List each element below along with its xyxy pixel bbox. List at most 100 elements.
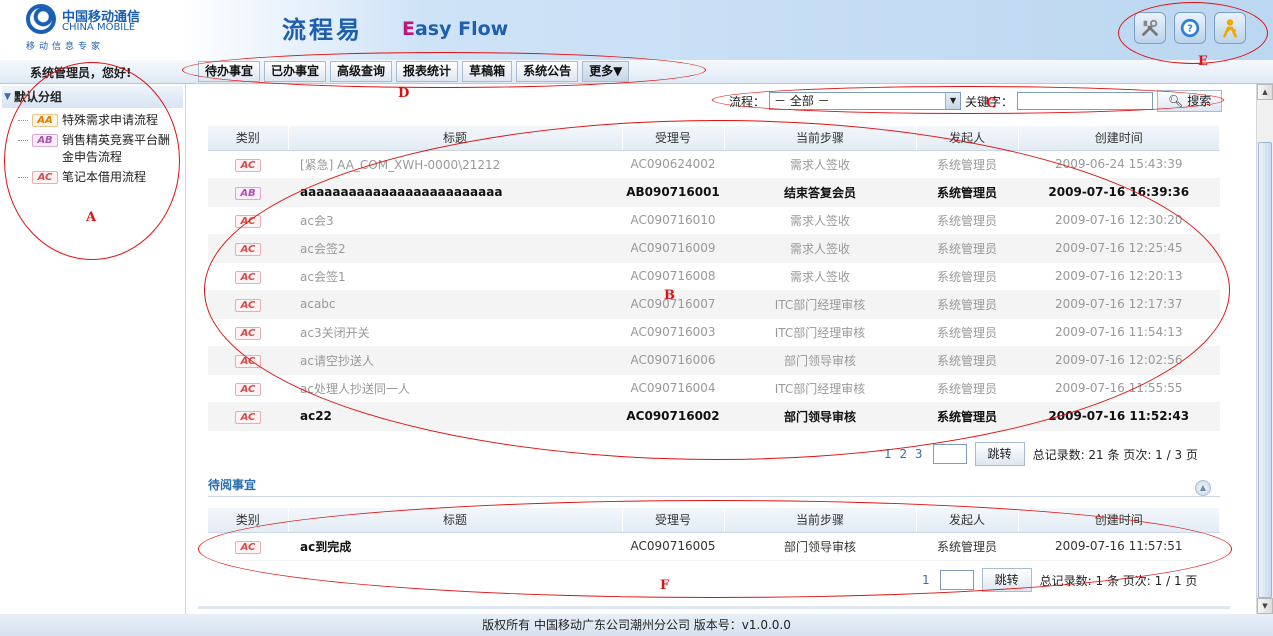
flow-badge-ac: AC <box>235 540 261 554</box>
flow-badge-ac: AC <box>235 410 261 424</box>
sidebar-item-sales-competition[interactable]: AB 销售精英竞赛平台酬金申告流程 <box>18 132 185 166</box>
flow-badge-ac: AC <box>235 382 261 396</box>
title-cell[interactable]: ac会签2 <box>288 234 622 263</box>
tab-announcements[interactable]: 系统公告 <box>516 61 579 82</box>
annotation-label-a: A <box>86 210 97 225</box>
user-icon[interactable] <box>1214 12 1246 44</box>
keyword-input[interactable] <box>1017 92 1154 110</box>
col-title: 标题 <box>288 126 623 151</box>
navbar: 系统管理员，您好! 待办事宜 已办事宜 高级查询 报表统计 草稿箱 系统公告 更… <box>0 60 1273 84</box>
step-cell: ITC部门经理审核 <box>724 318 916 347</box>
title-cell[interactable]: ac会签1 <box>288 262 622 291</box>
initiator-cell: 系统管理员 <box>916 234 1018 263</box>
title-cell[interactable]: ac请空抄送人 <box>288 346 622 375</box>
tab-done[interactable]: 已办事宜 <box>264 61 327 82</box>
title-cell[interactable]: ac3关闭开关 <box>288 318 622 347</box>
flow-badge-ab: AB <box>235 186 261 200</box>
sidebar-group-label: 默认分组 <box>14 90 63 104</box>
title-cell[interactable]: acabc <box>288 290 622 319</box>
tree-line <box>18 112 28 121</box>
table-row[interactable]: AC ac22 AC090716002 部门领导审核 系统管理员 2009-07-16 1… <box>208 402 1220 431</box>
read-page-input[interactable] <box>939 570 974 590</box>
sidebar-item-label: 销售精英竞赛平台酬金申告流程 <box>62 133 171 164</box>
header: 中国移动通信 CHINA MOBILE 移动信息专家 流程易 Easy Flow… <box>0 0 1273 62</box>
col-category: 类别 <box>208 126 289 151</box>
main-content: 流程： － 全部 － ▼ 关键字： 🔍︎ 搜索 类别 标题 受理号 当前步骤 发… <box>198 84 1230 614</box>
table-row[interactable]: AB aaaaaaaaaaaaaaaaaaaaaaaaa AB090716001 结束… <box>208 178 1220 207</box>
col-created-time: 创建时间 <box>1018 508 1220 533</box>
scroll-up-icon[interactable]: ▲ <box>1257 84 1273 100</box>
step-cell: 结束答复会员 <box>724 178 916 207</box>
col-step: 当前步骤 <box>724 126 917 151</box>
number-cell: AC090716004 <box>622 374 724 403</box>
category-cell: AB <box>208 178 288 207</box>
number-cell: AC090716008 <box>622 262 724 291</box>
initiator-cell: 系统管理员 <box>916 178 1018 207</box>
read-jump-button[interactable]: 跳转 <box>981 568 1032 592</box>
step-cell: 需求人签收 <box>724 150 916 179</box>
col-initiator: 发起人 <box>916 508 1019 533</box>
collapse-icon[interactable]: ▲ <box>1195 480 1211 496</box>
tab-advanced-search[interactable]: 高级查询 <box>330 61 393 82</box>
table-row[interactable]: AC ac到完成 AC090716005 部门领导审核 系统管理员 2009-07-16 … <box>208 532 1220 561</box>
main-tabs: 待办事宜 已办事宜 高级查询 报表统计 草稿箱 系统公告 更多▼ <box>198 61 630 82</box>
title-cell[interactable]: ac22 <box>288 402 622 431</box>
flow-badge-ac: AC <box>235 214 261 228</box>
tools-icon[interactable] <box>1134 12 1166 44</box>
created-time-cell: 2009-07-16 11:55:55 <box>1018 374 1220 403</box>
read-table-header: 类别 标题 受理号 当前步骤 发起人 创建时间 <box>208 508 1220 533</box>
logo-slogan: 移动信息专家 <box>26 42 105 52</box>
step-cell: 需求人签收 <box>724 206 916 235</box>
table-row[interactable]: AC ac请空抄送人 AC090716006 部门领导审核 系统管理员 2009-07-1… <box>208 346 1220 375</box>
sidebar-group-default[interactable]: ▼ 默认分组 <box>2 86 183 108</box>
table-row[interactable]: AC ac会3 AC090716010 需求人签收 系统管理员 2009-07-16 12… <box>208 206 1220 235</box>
todo-jump-button[interactable]: 跳转 <box>974 442 1025 466</box>
scroll-down-icon[interactable]: ▼ <box>1257 598 1273 614</box>
flow-select[interactable]: － 全部 － ▼ <box>769 92 962 110</box>
category-cell: AC <box>208 150 288 179</box>
step-cell: 需求人签收 <box>724 234 916 263</box>
tab-todo[interactable]: 待办事宜 <box>198 61 261 82</box>
initiator-cell: 系统管理员 <box>916 318 1018 347</box>
read-page-links[interactable]: 1 <box>922 573 932 587</box>
title-cell[interactable]: ac处理人抄送同一人 <box>288 374 622 403</box>
vertical-scrollbar[interactable]: ▲ ▼ <box>1256 84 1273 614</box>
help-icon[interactable]: ? <box>1174 12 1206 44</box>
flow-badge-ac: AC <box>235 242 261 256</box>
title-cell[interactable]: ac到完成 <box>288 532 622 561</box>
number-cell: AC090716005 <box>622 532 724 561</box>
sidebar-item-special-request[interactable]: AA 特殊需求申请流程 <box>18 112 185 129</box>
search-button[interactable]: 🔍︎ 搜索 <box>1157 90 1223 112</box>
todo-page-links[interactable]: 1 2 3 <box>884 447 925 461</box>
sidebar: ▼ 默认分组 AA 特殊需求申请流程 AB 销售精英竞赛平台酬金申告流程 AC … <box>0 84 186 614</box>
table-row[interactable]: AC ac会签2 AC090716009 需求人签收 系统管理员 2009-07-16 1… <box>208 234 1220 263</box>
read-table-body: AC ac到完成 AC090716005 部门领导审核 系统管理员 2009-07-16 … <box>208 532 1220 561</box>
table-row[interactable]: AC acabc AC090716007 ITC部门经理审核 系统管理员 2009-07-… <box>208 290 1220 319</box>
svg-text:?: ? <box>1187 24 1193 35</box>
number-cell: AC090716009 <box>622 234 724 263</box>
sidebar-item-label: 笔记本借用流程 <box>62 170 147 184</box>
section-divider <box>208 496 1220 497</box>
table-row[interactable]: AC ac处理人抄送同一人 AC090716004 ITC部门经理审核 系统管理员 200… <box>208 374 1220 403</box>
number-cell: AC090716006 <box>622 346 724 375</box>
table-row[interactable]: AC ac3关闭开关 AC090716003 ITC部门经理审核 系统管理员 2009-0… <box>208 318 1220 347</box>
title-cell[interactable]: ac会3 <box>288 206 622 235</box>
table-row[interactable]: AC ac会签1 AC090716008 需求人签收 系统管理员 2009-07-16 1… <box>208 262 1220 291</box>
sidebar-item-laptop-borrow[interactable]: AC 笔记本借用流程 <box>18 169 185 186</box>
tab-more[interactable]: 更多▼ <box>582 61 630 82</box>
tab-drafts[interactable]: 草稿箱 <box>462 61 513 82</box>
content-bottom-border <box>198 606 1230 609</box>
title-cell[interactable]: aaaaaaaaaaaaaaaaaaaaaaaaa <box>288 178 622 207</box>
col-category: 类别 <box>208 508 289 533</box>
table-row[interactable]: AC [紧急] AA_COM_XWH-0000\21212 AC090624002 需… <box>208 150 1220 179</box>
scroll-thumb[interactable] <box>1258 142 1272 598</box>
top-icon-bar: ? <box>1134 12 1246 44</box>
title-cell[interactable]: [紧急] AA_COM_XWH-0000\21212 <box>288 150 622 179</box>
app-title: 流程易 <box>282 16 363 44</box>
initiator-cell: 系统管理员 <box>916 290 1018 319</box>
todo-page-input[interactable] <box>932 444 967 464</box>
step-cell: ITC部门经理审核 <box>724 374 916 403</box>
created-time-cell: 2009-07-16 11:52:43 <box>1018 402 1220 431</box>
tab-reports[interactable]: 报表统计 <box>396 61 459 82</box>
col-title: 标题 <box>288 508 623 533</box>
